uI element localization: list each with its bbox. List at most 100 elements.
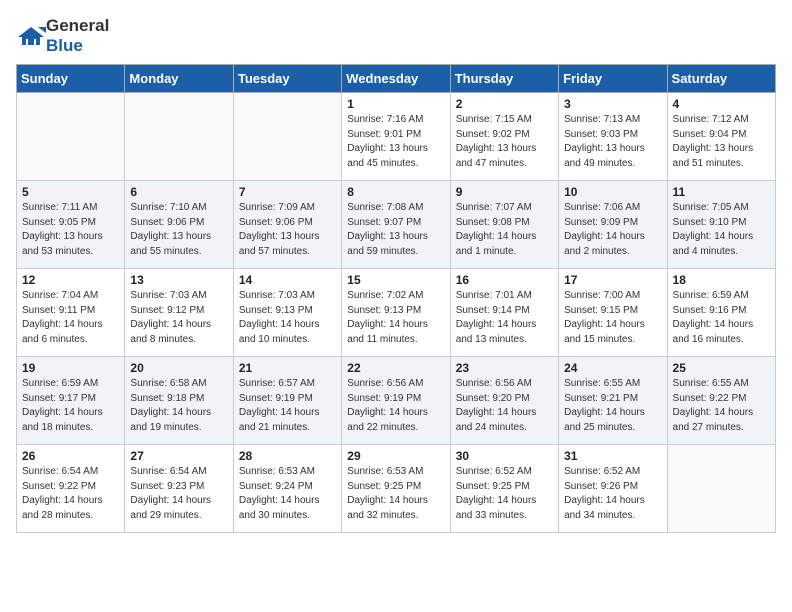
day-info: Sunrise: 6:53 AM Sunset: 9:24 PM Dayligh… bbox=[239, 465, 336, 523]
calendar-cell: 13 Sunrise: 7:03 AM Sunset: 9:12 PM Dayli… bbox=[125, 269, 233, 357]
day-info: Sunrise: 7:04 AM Sunset: 9:11 PM Dayligh… bbox=[22, 289, 119, 347]
day-info: Sunrise: 7:09 AM Sunset: 9:06 PM Dayligh… bbox=[239, 201, 336, 259]
calendar-cell: 11 Sunrise: 7:05 AM Sunset: 9:10 PM Dayli… bbox=[667, 181, 775, 269]
day-number: 26 bbox=[22, 449, 119, 463]
calendar-cell: 26 Sunrise: 6:54 AM Sunset: 9:22 PM Dayli… bbox=[17, 445, 125, 533]
weekday-header-tuesday: Tuesday bbox=[233, 65, 341, 93]
logo-icon bbox=[16, 25, 46, 47]
weekday-header-row: SundayMondayTuesdayWednesdayThursdayFrid… bbox=[17, 65, 776, 93]
calendar-cell: 25 Sunrise: 6:55 AM Sunset: 9:22 PM Dayli… bbox=[667, 357, 775, 445]
calendar-cell: 1Sunrise: 7:16 AM Sunset: 9:01 PM Daylig… bbox=[342, 93, 450, 181]
day-info: Sunrise: 6:56 AM Sunset: 9:19 PM Dayligh… bbox=[347, 377, 444, 435]
day-info: Sunrise: 6:58 AM Sunset: 9:18 PM Dayligh… bbox=[130, 377, 227, 435]
calendar-cell: 17 Sunrise: 7:00 AM Sunset: 9:15 PM Dayli… bbox=[559, 269, 667, 357]
weekday-header-monday: Monday bbox=[125, 65, 233, 93]
day-info: Sunrise: 7:03 AM Sunset: 9:12 PM Dayligh… bbox=[130, 289, 227, 347]
day-info: Sunrise: 7:12 AM Sunset: 9:04 PM Dayligh… bbox=[673, 113, 770, 171]
day-number: 22 bbox=[347, 361, 444, 375]
day-info: Sunrise: 7:15 AM Sunset: 9:02 PM Dayligh… bbox=[456, 113, 553, 171]
day-number: 29 bbox=[347, 449, 444, 463]
day-info: Sunrise: 7:01 AM Sunset: 9:14 PM Dayligh… bbox=[456, 289, 553, 347]
calendar-cell: 4 Sunrise: 7:12 AM Sunset: 9:04 PM Daylig… bbox=[667, 93, 775, 181]
day-info: Sunrise: 7:06 AM Sunset: 9:09 PM Dayligh… bbox=[564, 201, 661, 259]
calendar-cell: 10 Sunrise: 7:06 AM Sunset: 9:09 PM Dayli… bbox=[559, 181, 667, 269]
calendar-cell: 16 Sunrise: 7:01 AM Sunset: 9:14 PM Dayli… bbox=[450, 269, 558, 357]
weekday-header-friday: Friday bbox=[559, 65, 667, 93]
calendar-cell: 29Sunrise: 6:53 AM Sunset: 9:25 PM Dayli… bbox=[342, 445, 450, 533]
logo-blue-text: Blue bbox=[46, 36, 83, 55]
day-info: Sunrise: 7:05 AM Sunset: 9:10 PM Dayligh… bbox=[673, 201, 770, 259]
calendar-cell: 27Sunrise: 6:54 AM Sunset: 9:23 PM Dayli… bbox=[125, 445, 233, 533]
calendar-cell bbox=[125, 93, 233, 181]
day-info: Sunrise: 6:54 AM Sunset: 9:23 PM Dayligh… bbox=[130, 465, 227, 523]
day-info: Sunrise: 7:08 AM Sunset: 9:07 PM Dayligh… bbox=[347, 201, 444, 259]
calendar-cell: 20 Sunrise: 6:58 AM Sunset: 9:18 PM Dayli… bbox=[125, 357, 233, 445]
day-number: 28 bbox=[239, 449, 336, 463]
calendar-cell: 19Sunrise: 6:59 AM Sunset: 9:17 PM Dayli… bbox=[17, 357, 125, 445]
calendar-cell: 8 Sunrise: 7:08 AM Sunset: 9:07 PM Daylig… bbox=[342, 181, 450, 269]
day-number: 4 bbox=[673, 97, 770, 111]
day-number: 30 bbox=[456, 449, 553, 463]
calendar-cell: 3 Sunrise: 7:13 AM Sunset: 9:03 PM Daylig… bbox=[559, 93, 667, 181]
calendar-cell: 2 Sunrise: 7:15 AM Sunset: 9:02 PM Daylig… bbox=[450, 93, 558, 181]
day-number: 24 bbox=[564, 361, 661, 375]
day-number: 17 bbox=[564, 273, 661, 287]
calendar-cell bbox=[233, 93, 341, 181]
day-info: Sunrise: 6:52 AM Sunset: 9:25 PM Dayligh… bbox=[456, 465, 553, 523]
day-number: 19 bbox=[22, 361, 119, 375]
day-info: Sunrise: 7:00 AM Sunset: 9:15 PM Dayligh… bbox=[564, 289, 661, 347]
day-info: Sunrise: 7:13 AM Sunset: 9:03 PM Dayligh… bbox=[564, 113, 661, 171]
day-info: Sunrise: 6:57 AM Sunset: 9:19 PM Dayligh… bbox=[239, 377, 336, 435]
calendar-cell: 28 Sunrise: 6:53 AM Sunset: 9:24 PM Dayli… bbox=[233, 445, 341, 533]
day-info: Sunrise: 7:10 AM Sunset: 9:06 PM Dayligh… bbox=[130, 201, 227, 259]
calendar-cell: 7 Sunrise: 7:09 AM Sunset: 9:06 PM Daylig… bbox=[233, 181, 341, 269]
calendar-cell: 18 Sunrise: 6:59 AM Sunset: 9:16 PM Dayli… bbox=[667, 269, 775, 357]
day-number: 3 bbox=[564, 97, 661, 111]
day-number: 21 bbox=[239, 361, 336, 375]
day-number: 2 bbox=[456, 97, 553, 111]
day-number: 10 bbox=[564, 185, 661, 199]
day-info: Sunrise: 6:55 AM Sunset: 9:21 PM Dayligh… bbox=[564, 377, 661, 435]
calendar-cell: 9Sunrise: 7:07 AM Sunset: 9:08 PM Daylig… bbox=[450, 181, 558, 269]
logo: General Blue bbox=[16, 16, 109, 56]
calendar-cell: 6Sunrise: 7:10 AM Sunset: 9:06 PM Daylig… bbox=[125, 181, 233, 269]
day-info: Sunrise: 7:02 AM Sunset: 9:13 PM Dayligh… bbox=[347, 289, 444, 347]
day-info: Sunrise: 7:11 AM Sunset: 9:05 PM Dayligh… bbox=[22, 201, 119, 259]
calendar-week-row: 5 Sunrise: 7:11 AM Sunset: 9:05 PM Daylig… bbox=[17, 181, 776, 269]
calendar-cell: 31Sunrise: 6:52 AM Sunset: 9:26 PM Dayli… bbox=[559, 445, 667, 533]
weekday-header-wednesday: Wednesday bbox=[342, 65, 450, 93]
day-info: Sunrise: 6:55 AM Sunset: 9:22 PM Dayligh… bbox=[673, 377, 770, 435]
day-number: 13 bbox=[130, 273, 227, 287]
day-number: 25 bbox=[673, 361, 770, 375]
day-number: 20 bbox=[130, 361, 227, 375]
calendar-cell bbox=[17, 93, 125, 181]
day-info: Sunrise: 6:59 AM Sunset: 9:16 PM Dayligh… bbox=[673, 289, 770, 347]
calendar-week-row: 12 Sunrise: 7:04 AM Sunset: 9:11 PM Dayli… bbox=[17, 269, 776, 357]
logo-general-text: General bbox=[46, 16, 109, 35]
day-number: 18 bbox=[673, 273, 770, 287]
day-number: 12 bbox=[22, 273, 119, 287]
day-number: 9 bbox=[456, 185, 553, 199]
calendar-cell: 5 Sunrise: 7:11 AM Sunset: 9:05 PM Daylig… bbox=[17, 181, 125, 269]
calendar-week-row: 1Sunrise: 7:16 AM Sunset: 9:01 PM Daylig… bbox=[17, 93, 776, 181]
calendar-cell: 12 Sunrise: 7:04 AM Sunset: 9:11 PM Dayli… bbox=[17, 269, 125, 357]
day-number: 5 bbox=[22, 185, 119, 199]
calendar-cell: 23Sunrise: 6:56 AM Sunset: 9:20 PM Dayli… bbox=[450, 357, 558, 445]
day-number: 31 bbox=[564, 449, 661, 463]
calendar-cell: 24 Sunrise: 6:55 AM Sunset: 9:21 PM Dayli… bbox=[559, 357, 667, 445]
day-number: 8 bbox=[347, 185, 444, 199]
calendar-cell: 14Sunrise: 7:03 AM Sunset: 9:13 PM Dayli… bbox=[233, 269, 341, 357]
day-number: 7 bbox=[239, 185, 336, 199]
day-number: 11 bbox=[673, 185, 770, 199]
calendar-table: SundayMondayTuesdayWednesdayThursdayFrid… bbox=[16, 64, 776, 533]
day-info: Sunrise: 6:54 AM Sunset: 9:22 PM Dayligh… bbox=[22, 465, 119, 523]
calendar-cell: 21 Sunrise: 6:57 AM Sunset: 9:19 PM Dayli… bbox=[233, 357, 341, 445]
day-number: 16 bbox=[456, 273, 553, 287]
weekday-header-sunday: Sunday bbox=[17, 65, 125, 93]
calendar-cell: 15Sunrise: 7:02 AM Sunset: 9:13 PM Dayli… bbox=[342, 269, 450, 357]
page-header: General Blue bbox=[16, 16, 776, 56]
calendar-cell: 30 Sunrise: 6:52 AM Sunset: 9:25 PM Dayli… bbox=[450, 445, 558, 533]
calendar-cell bbox=[667, 445, 775, 533]
day-info: Sunrise: 7:03 AM Sunset: 9:13 PM Dayligh… bbox=[239, 289, 336, 347]
weekday-header-saturday: Saturday bbox=[667, 65, 775, 93]
